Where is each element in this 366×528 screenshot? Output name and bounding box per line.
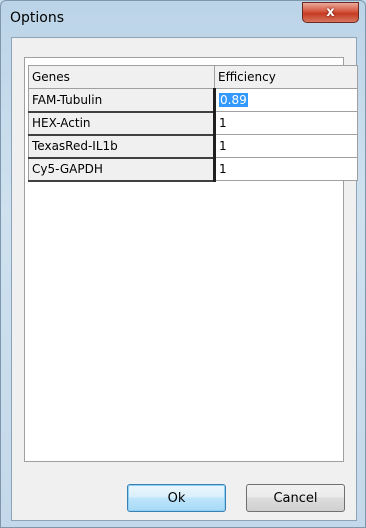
table-row: HEX-Actin 1 xyxy=(28,111,358,136)
efficiency-table: Genes Efficiency FAM-Tubulin 0.89 HEX-Ac… xyxy=(28,65,358,182)
efficiency-cell[interactable]: 1 xyxy=(214,157,358,181)
cancel-button[interactable]: Cancel xyxy=(246,484,345,512)
dialog-title: Options xyxy=(10,10,65,26)
header-row: Genes Efficiency xyxy=(28,65,358,89)
column-header-efficiency[interactable]: Efficiency xyxy=(214,65,358,89)
table-row: TexasRed-IL1b 1 xyxy=(28,134,358,159)
efficiency-cell[interactable]: 1 xyxy=(214,134,358,158)
table-row: Cy5-GAPDH 1 xyxy=(28,157,358,182)
gene-cell[interactable]: TexasRed-IL1b xyxy=(28,134,216,159)
efficiency-cell[interactable]: 1 xyxy=(214,111,358,135)
efficiency-cell[interactable]: 0.89 xyxy=(214,88,358,112)
gene-cell[interactable]: HEX-Actin xyxy=(28,111,216,136)
close-icon: x xyxy=(326,5,335,20)
ok-button[interactable]: Ok xyxy=(127,484,226,512)
gene-cell[interactable]: Cy5-GAPDH xyxy=(28,157,216,182)
selected-efficiency-value[interactable]: 0.89 xyxy=(219,93,248,107)
gene-cell[interactable]: FAM-Tubulin xyxy=(28,88,216,113)
title-bar[interactable]: Options x xyxy=(1,1,366,37)
options-dialog: Options x Genes Efficiency FAM-Tubulin 0… xyxy=(0,0,366,528)
close-button[interactable]: x xyxy=(302,2,359,23)
table-row: FAM-Tubulin 0.89 xyxy=(28,88,358,113)
column-header-genes[interactable]: Genes xyxy=(28,65,215,89)
